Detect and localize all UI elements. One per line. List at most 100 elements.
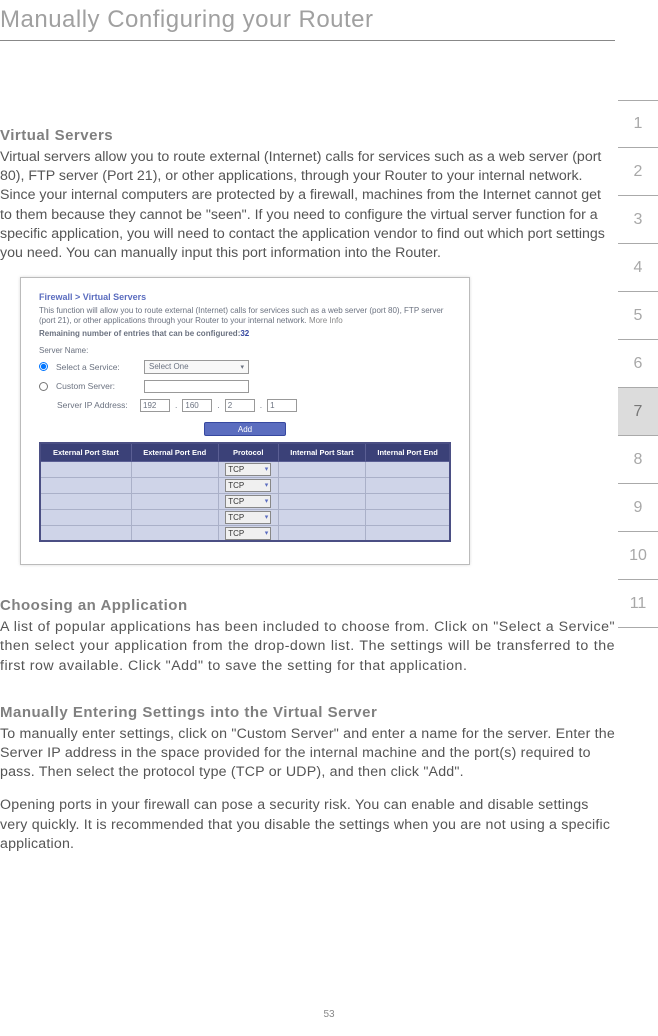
- service-dropdown[interactable]: Select One ▾: [144, 360, 249, 374]
- table-cell[interactable]: [131, 493, 218, 509]
- table-cell[interactable]: [40, 525, 131, 541]
- server-name-label: Server Name:: [39, 346, 451, 355]
- server-ip-row: Server IP Address: 192. 160. 2. 1: [57, 399, 451, 412]
- th-int-port-end: Internal Port End: [366, 443, 450, 462]
- side-tab-6[interactable]: 6: [618, 340, 658, 388]
- protocol-value: TCP: [228, 497, 244, 506]
- side-tab-4[interactable]: 4: [618, 244, 658, 292]
- table-cell[interactable]: [131, 477, 218, 493]
- table-cell[interactable]: [40, 477, 131, 493]
- remaining-entries: Remaining number of entries that can be …: [39, 329, 451, 338]
- heading-manual-entry: Manually Entering Settings into the Virt…: [0, 704, 615, 721]
- server-ip-label: Server IP Address:: [57, 400, 132, 410]
- more-info-link[interactable]: More Info: [309, 316, 343, 325]
- select-service-label: Select a Service:: [56, 362, 136, 372]
- table-cell[interactable]: TCP ▾: [218, 493, 278, 509]
- th-ext-port-start: External Port Start: [40, 443, 131, 462]
- th-int-port-start: Internal Port Start: [278, 443, 365, 462]
- embedded-screenshot-wrap: Firewall > Virtual Servers This function…: [20, 277, 615, 565]
- protocol-dropdown[interactable]: TCP ▾: [225, 463, 271, 476]
- custom-server-label: Custom Server:: [56, 381, 136, 391]
- protocol-dropdown[interactable]: TCP ▾: [225, 495, 271, 508]
- table-cell[interactable]: [366, 477, 450, 493]
- body-choosing-app: A list of popular applications has been …: [0, 618, 615, 676]
- side-tab-5[interactable]: 5: [618, 292, 658, 340]
- side-tab-7[interactable]: 7: [618, 388, 658, 436]
- table-cell[interactable]: [366, 509, 450, 525]
- table-cell[interactable]: [131, 461, 218, 477]
- table-cell[interactable]: [40, 509, 131, 525]
- body-virtual-servers: Virtual servers allow you to route exter…: [0, 148, 615, 263]
- chevron-down-icon: ▾: [265, 481, 269, 489]
- table-cell[interactable]: TCP ▾: [218, 477, 278, 493]
- chevron-down-icon: ▾: [265, 465, 269, 473]
- ip-separator: .: [217, 400, 219, 410]
- table-cell[interactable]: [278, 461, 365, 477]
- ip-octet-3[interactable]: 2: [225, 399, 255, 412]
- side-tab-3[interactable]: 3: [618, 196, 658, 244]
- screenshot-description: This function will allow you to route ex…: [39, 306, 451, 327]
- breadcrumb: Firewall > Virtual Servers: [39, 292, 451, 302]
- table-row: TCP ▾: [40, 525, 450, 541]
- remaining-label: Remaining number of entries that can be …: [39, 329, 240, 338]
- chevron-down-icon: ▾: [265, 497, 269, 505]
- protocol-dropdown[interactable]: TCP ▾: [225, 479, 271, 492]
- chevron-down-icon: ▾: [240, 363, 244, 371]
- side-tab-11[interactable]: 11: [618, 580, 658, 628]
- table-cell[interactable]: [366, 461, 450, 477]
- table-row: TCP ▾: [40, 493, 450, 509]
- table-cell[interactable]: [131, 525, 218, 541]
- page-number: 53: [0, 1009, 658, 1020]
- chevron-down-icon: ▾: [265, 529, 269, 537]
- table-cell[interactable]: [366, 493, 450, 509]
- table-cell[interactable]: [278, 477, 365, 493]
- side-tab-9[interactable]: 9: [618, 484, 658, 532]
- description-text: This function will allow you to route ex…: [39, 306, 443, 325]
- ip-separator: .: [260, 400, 262, 410]
- th-protocol: Protocol: [218, 443, 278, 462]
- table-cell[interactable]: TCP ▾: [218, 461, 278, 477]
- add-button[interactable]: Add: [204, 422, 286, 436]
- table-cell[interactable]: [366, 525, 450, 541]
- remaining-value: 32: [240, 329, 249, 338]
- table-cell[interactable]: [278, 525, 365, 541]
- th-ext-port-end: External Port End: [131, 443, 218, 462]
- table-cell[interactable]: [278, 493, 365, 509]
- protocol-value: TCP: [228, 529, 244, 538]
- table-cell[interactable]: [278, 509, 365, 525]
- custom-server-radio[interactable]: [39, 382, 48, 391]
- side-tab-1[interactable]: 1: [618, 100, 658, 148]
- side-tab-8[interactable]: 8: [618, 436, 658, 484]
- embedded-screenshot: Firewall > Virtual Servers This function…: [20, 277, 470, 565]
- ip-octet-4[interactable]: 1: [267, 399, 297, 412]
- select-service-radio[interactable]: [39, 362, 48, 371]
- protocol-value: TCP: [228, 465, 244, 474]
- ip-octet-2[interactable]: 160: [182, 399, 212, 412]
- service-dropdown-value: Select One: [149, 362, 189, 371]
- custom-server-input[interactable]: [144, 380, 249, 393]
- table-cell[interactable]: [40, 493, 131, 509]
- side-tab-10[interactable]: 10: [618, 532, 658, 580]
- table-cell[interactable]: TCP ▾: [218, 525, 278, 541]
- chevron-down-icon: ▾: [265, 513, 269, 521]
- table-row: TCP ▾: [40, 461, 450, 477]
- table-cell[interactable]: [131, 509, 218, 525]
- body-manual-entry-1: To manually enter settings, click on "Cu…: [0, 725, 615, 783]
- custom-server-row: Custom Server:: [39, 380, 451, 393]
- protocol-value: TCP: [228, 513, 244, 522]
- side-tabs: 1234567891011: [618, 100, 658, 628]
- protocol-dropdown[interactable]: TCP ▾: [225, 527, 271, 540]
- heading-virtual-servers: Virtual Servers: [0, 127, 615, 144]
- table-cell[interactable]: TCP ▾: [218, 509, 278, 525]
- side-tab-2[interactable]: 2: [618, 148, 658, 196]
- table-row: TCP ▾: [40, 477, 450, 493]
- ip-octet-1[interactable]: 192: [140, 399, 170, 412]
- main-content: Virtual Servers Virtual servers allow yo…: [0, 41, 615, 854]
- protocol-value: TCP: [228, 481, 244, 490]
- table-cell[interactable]: [40, 461, 131, 477]
- page-title: Manually Configuring your Router: [0, 0, 658, 34]
- table-row: TCP ▾: [40, 509, 450, 525]
- protocol-dropdown[interactable]: TCP ▾: [225, 511, 271, 524]
- select-service-row: Select a Service: Select One ▾: [39, 360, 451, 374]
- heading-choosing-app: Choosing an Application: [0, 597, 615, 614]
